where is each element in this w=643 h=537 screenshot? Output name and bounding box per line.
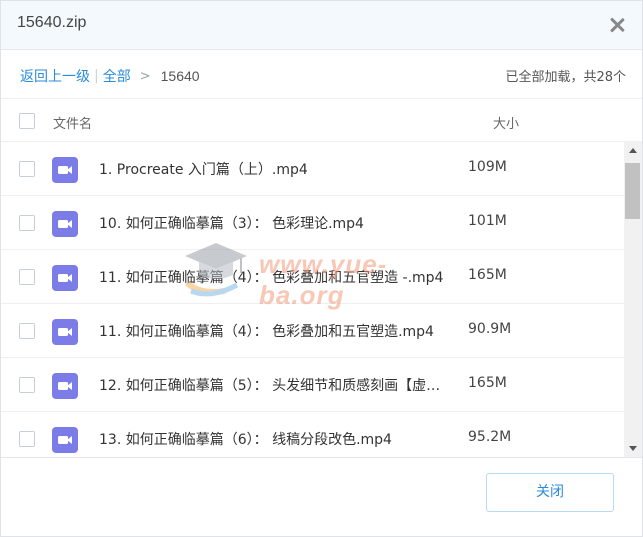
file-name[interactable]: 1. Procreate 入门篇（上）.mp4: [99, 159, 449, 179]
row-checkbox[interactable]: [19, 323, 35, 339]
table-row[interactable]: 11. 如何正确临摹篇（4）： 色彩叠加和五官塑造 -.mp4 165M: [1, 250, 624, 304]
scroll-down-arrow-icon[interactable]: [629, 446, 637, 451]
file-preview-dialog: 15640.zip 返回上一级 | 全部 > 15640 已全部加载，共28个 …: [0, 0, 643, 537]
file-name[interactable]: 12. 如何正确临摹篇（5）： 头发细节和质感刻画【虚拟...: [99, 375, 449, 395]
video-file-icon: [52, 427, 78, 453]
file-name[interactable]: 11. 如何正确临摹篇（4）： 色彩叠加和五官塑造.mp4: [99, 321, 449, 341]
current-folder: 15640: [160, 68, 200, 84]
file-name[interactable]: 10. 如何正确临摹篇（3）： 色彩理论.mp4: [99, 213, 449, 233]
close-button[interactable]: 关闭: [486, 473, 614, 512]
file-size: 95.2M: [468, 429, 512, 445]
file-size: 165M: [468, 267, 507, 283]
table-row[interactable]: 10. 如何正确临摹篇（3）： 色彩理论.mp4 101M: [1, 196, 624, 250]
video-file-icon: [52, 157, 78, 183]
breadcrumb-separator: |: [94, 68, 99, 84]
file-size: 101M: [468, 213, 507, 229]
table-row[interactable]: 13. 如何正确临摹篇（6）： 线稿分段改色.mp4 95.2M: [1, 412, 624, 457]
file-size: 165M: [468, 375, 507, 391]
file-name[interactable]: 11. 如何正确临摹篇（4）： 色彩叠加和五官塑造 -.mp4: [99, 267, 449, 287]
table-row[interactable]: 11. 如何正确临摹篇（4）： 色彩叠加和五官塑造.mp4 90.9M: [1, 304, 624, 358]
video-file-icon: [52, 211, 78, 237]
scroll-thumb[interactable]: [625, 163, 640, 219]
table-row[interactable]: 1. Procreate 入门篇（上）.mp4 109M: [1, 142, 624, 196]
load-status: 已全部加载，共28个: [505, 70, 626, 85]
file-name[interactable]: 13. 如何正确临摹篇（6）： 线稿分段改色.mp4: [99, 429, 449, 449]
close-icon[interactable]: [606, 14, 628, 36]
dialog-footer: 关闭: [1, 457, 642, 536]
column-header-size: 大小: [493, 117, 520, 132]
dialog-titlebar: 15640.zip: [1, 1, 642, 50]
breadcrumb: 返回上一级 | 全部 > 15640: [20, 66, 200, 86]
select-all-checkbox[interactable]: [19, 113, 35, 129]
video-file-icon: [52, 265, 78, 291]
file-size: 109M: [468, 159, 507, 175]
vertical-scrollbar[interactable]: [624, 142, 642, 457]
file-list: 1. Procreate 入门篇（上）.mp4 109M 10. 如何正确临摹篇…: [1, 142, 624, 457]
table-row[interactable]: 12. 如何正确临摹篇（5）： 头发细节和质感刻画【虚拟... 165M: [1, 358, 624, 412]
all-files-link[interactable]: 全部: [103, 66, 131, 86]
row-checkbox[interactable]: [19, 431, 35, 447]
column-header-name: 文件名: [53, 117, 93, 132]
video-file-icon: [52, 373, 78, 399]
back-link[interactable]: 返回上一级: [20, 66, 90, 86]
breadcrumb-arrow: >: [139, 68, 151, 84]
table-header: 文件名 大小: [1, 100, 642, 142]
dialog-title: 15640.zip: [17, 14, 87, 31]
row-checkbox[interactable]: [19, 215, 35, 231]
file-size: 90.9M: [468, 321, 512, 337]
video-file-icon: [52, 319, 78, 345]
row-checkbox[interactable]: [19, 161, 35, 177]
breadcrumb-bar: 返回上一级 | 全部 > 15640 已全部加载，共28个: [1, 51, 642, 99]
row-checkbox[interactable]: [19, 269, 35, 285]
scroll-up-arrow-icon[interactable]: [629, 148, 637, 153]
row-checkbox[interactable]: [19, 377, 35, 393]
